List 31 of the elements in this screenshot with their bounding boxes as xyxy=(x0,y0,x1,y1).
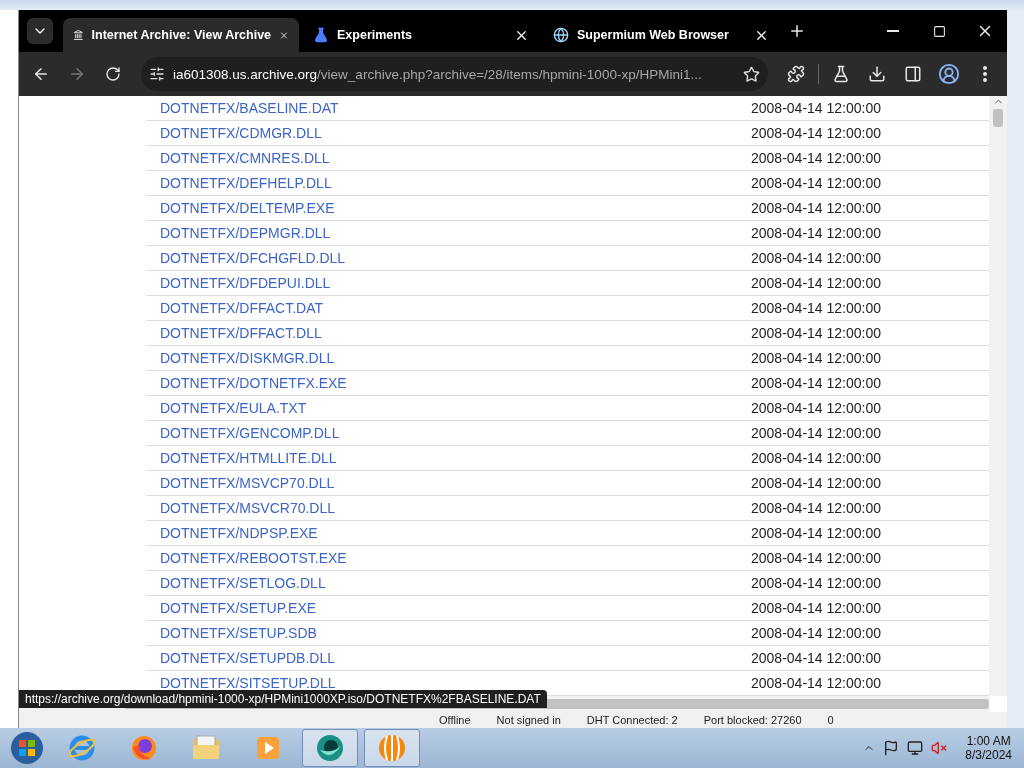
file-date: 2008-04-14 12:00:00 xyxy=(751,625,881,641)
file-date: 2008-04-14 12:00:00 xyxy=(751,425,881,441)
link-status-tooltip: https://archive.org/download/hpmini-1000-xp/HPMini1000XP.iso/DOTNETFX%2FBASELINE.DAT xyxy=(19,690,547,708)
file-date: 2008-04-14 12:00:00 xyxy=(751,550,881,566)
file-date: 2008-04-14 12:00:00 xyxy=(751,575,881,591)
file-date: 2008-04-14 12:00:00 xyxy=(751,675,881,691)
file-date: 2008-04-14 12:00:00 xyxy=(751,650,881,666)
status-text: Port blocked: 27260 xyxy=(703,714,802,726)
file-date: 2008-04-14 12:00:00 xyxy=(751,475,881,491)
file-date: 2008-04-14 12:00:00 xyxy=(751,225,881,241)
status-text: Offline xyxy=(439,714,471,726)
file-date: 2008-04-14 12:00:00 xyxy=(751,175,881,191)
file-date: 2008-04-14 12:00:00 xyxy=(751,250,881,266)
file-date: 2008-04-14 12:00:00 xyxy=(751,125,881,141)
file-date: 2008-04-14 12:00:00 xyxy=(751,375,881,391)
file-date: 2008-04-14 12:00:00 xyxy=(751,450,881,466)
file-date: 2008-04-14 12:00:00 xyxy=(751,275,881,291)
file-date: 2008-04-14 12:00:00 xyxy=(751,525,881,541)
url-text: ia601308.us.archive.org/view_archive.php?archive=/28/items/hpmini-1000-xp/HPMini1... xyxy=(173,66,703,82)
file-date: 2008-04-14 12:00:00 xyxy=(751,600,881,616)
status-text: DHT Connected: 2 xyxy=(586,714,678,726)
status-text: 0 xyxy=(827,714,834,726)
file-date: 2008-04-14 12:00:00 xyxy=(751,100,881,116)
file-date: 2008-04-14 12:00:00 xyxy=(751,325,881,341)
file-date: 2008-04-14 12:00:00 xyxy=(751,500,881,516)
file-date: 2008-04-14 12:00:00 xyxy=(751,300,881,316)
status-text: Not signed in xyxy=(496,714,561,726)
file-date: 2008-04-14 12:00:00 xyxy=(751,150,881,166)
file-date: 2008-04-14 12:00:00 xyxy=(751,350,881,366)
file-date: 2008-04-14 12:00:00 xyxy=(751,200,881,216)
file-date: 2008-04-14 12:00:00 xyxy=(751,400,881,416)
